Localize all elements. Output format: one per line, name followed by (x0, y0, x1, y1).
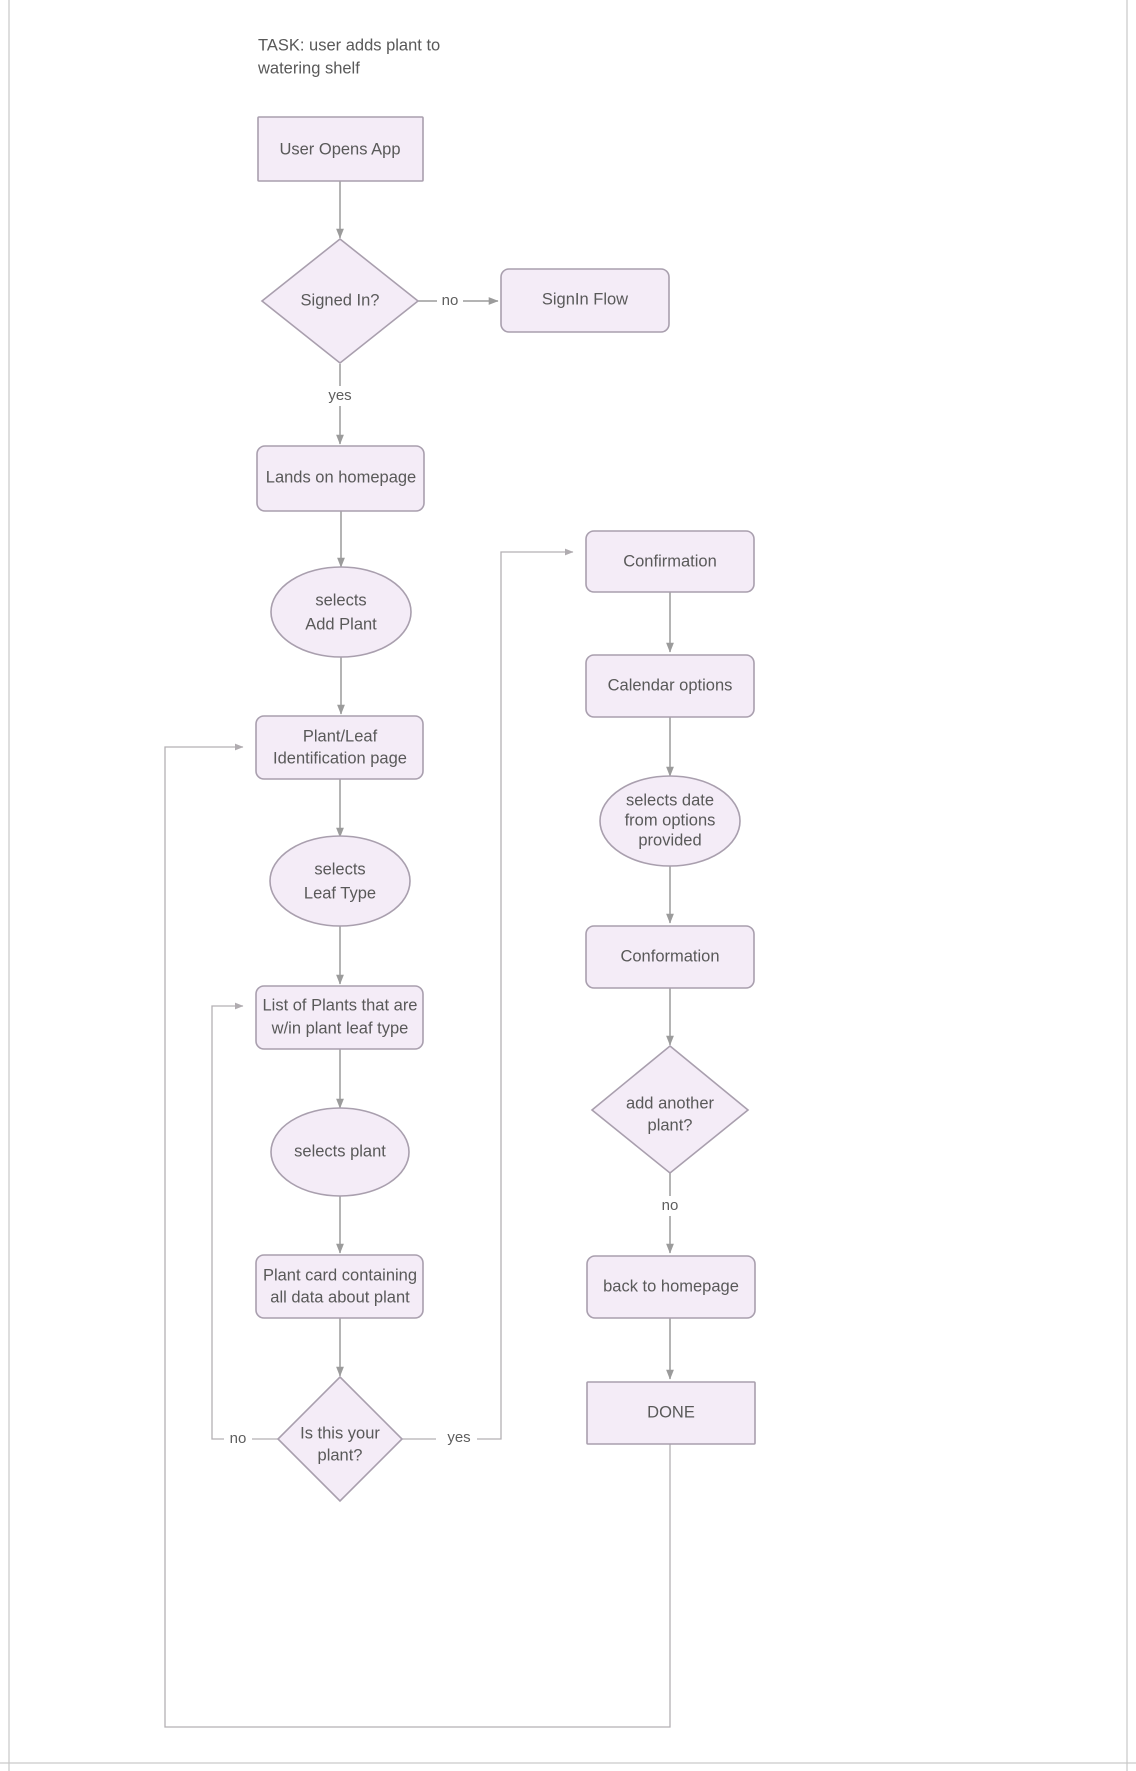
node-signed-in[interactable]: Signed In? (260, 237, 420, 365)
edge-label-addanother-no: no (662, 1197, 679, 1214)
node-signin-flow[interactable]: SignIn Flow (500, 268, 670, 333)
node-is-this-your-plant-label-line-1: Is this your (300, 1424, 380, 1442)
node-confirmation-label: Confirmation (623, 552, 717, 570)
node-selects-date-label-line-1: selects date (626, 791, 714, 809)
node-selects-leaf-type-label-line-2: Leaf Type (304, 884, 376, 902)
node-add-another-plant-label-line-1: add another (626, 1094, 715, 1112)
flowchart-canvas: TASK: user adds plant to watering shelf (0, 0, 1136, 1771)
edge-isplant-no-segment-b (211, 1002, 244, 1440)
node-selects-leaf-type-label-line-1: selects (314, 860, 365, 878)
node-back-to-homepage-label: back to homepage (603, 1277, 739, 1295)
edge-isplant-yes-segment-b (477, 548, 574, 1440)
node-plant-card-label-line-1: Plant card containing (263, 1266, 417, 1284)
task-title: TASK: user adds plant to watering shelf (257, 36, 440, 77)
node-selects-plant-label: selects plant (294, 1142, 386, 1160)
node-selects-date-label-line-3: provided (638, 831, 701, 849)
node-calendar-options-label: Calendar options (608, 676, 733, 694)
edge-label-isplant-yes: yes (447, 1429, 470, 1446)
node-plant-card-label-line-2: all data about plant (270, 1288, 410, 1306)
node-selects-add-plant[interactable]: selects Add Plant (270, 566, 412, 658)
node-plant-leaf-identification-shape[interactable] (255, 715, 424, 780)
node-selects-leaf-type[interactable]: selects Leaf Type (269, 835, 411, 927)
node-is-this-your-plant-label-line-2: plant? (318, 1446, 363, 1464)
node-signin-flow-label: SignIn Flow (542, 290, 628, 308)
edge-label-signedin-yes: yes (328, 387, 351, 404)
node-back-to-homepage[interactable]: back to homepage (586, 1255, 756, 1319)
edge-label-isplant-no: no (230, 1430, 247, 1447)
node-selects-add-plant-shape[interactable] (270, 566, 412, 658)
node-calendar-options[interactable]: Calendar options (585, 654, 755, 718)
node-plant-leaf-identification-label-line-1: Plant/Leaf (303, 727, 378, 745)
node-list-of-plants-label-line-2: w/in plant leaf type (271, 1019, 409, 1037)
node-lands-on-homepage[interactable]: Lands on homepage (256, 445, 425, 512)
node-selects-leaf-type-shape[interactable] (269, 835, 411, 927)
node-signed-in-label: Signed In? (301, 291, 380, 309)
node-list-of-plants[interactable]: List of Plants that are w/in plant leaf … (255, 985, 424, 1050)
node-selects-date[interactable]: selects date from options provided (599, 775, 741, 867)
node-user-opens-app[interactable]: User Opens App (257, 116, 424, 182)
task-title-line-2: watering shelf (257, 59, 360, 77)
node-done[interactable]: DONE (586, 1381, 756, 1445)
task-title-line-1: TASK: user adds plant to (258, 36, 440, 54)
node-done-label: DONE (647, 1403, 695, 1421)
node-plant-leaf-identification-label-line-2: Identification page (273, 749, 407, 767)
edge-done-to-plantleaf (164, 743, 671, 1728)
node-plant-card[interactable]: Plant card containing all data about pla… (255, 1254, 424, 1319)
node-conformation[interactable]: Conformation (585, 925, 755, 989)
node-selects-add-plant-label-line-1: selects (315, 591, 366, 609)
flowchart-svg: TASK: user adds plant to watering shelf (0, 0, 1136, 1771)
node-selects-add-plant-label-line-2: Add Plant (305, 615, 377, 633)
node-list-of-plants-label-line-1: List of Plants that are (262, 996, 417, 1014)
node-conformation-label: Conformation (620, 947, 719, 965)
node-is-this-your-plant[interactable]: Is this your plant? (276, 1375, 404, 1503)
node-confirmation[interactable]: Confirmation (585, 530, 755, 593)
node-lands-on-homepage-label: Lands on homepage (266, 468, 416, 486)
node-plant-leaf-identification[interactable]: Plant/Leaf Identification page (255, 715, 424, 780)
node-selects-plant[interactable]: selects plant (270, 1107, 410, 1197)
edge-label-signedin-no: no (442, 292, 459, 309)
node-user-opens-app-label: User Opens App (279, 140, 400, 158)
node-add-another-plant[interactable]: add another plant? (590, 1044, 750, 1175)
node-plant-card-shape[interactable] (255, 1254, 424, 1319)
page-frame (0, 0, 1136, 1771)
node-selects-date-label-line-2: from options (625, 811, 716, 829)
node-add-another-plant-label-line-2: plant? (648, 1116, 693, 1134)
